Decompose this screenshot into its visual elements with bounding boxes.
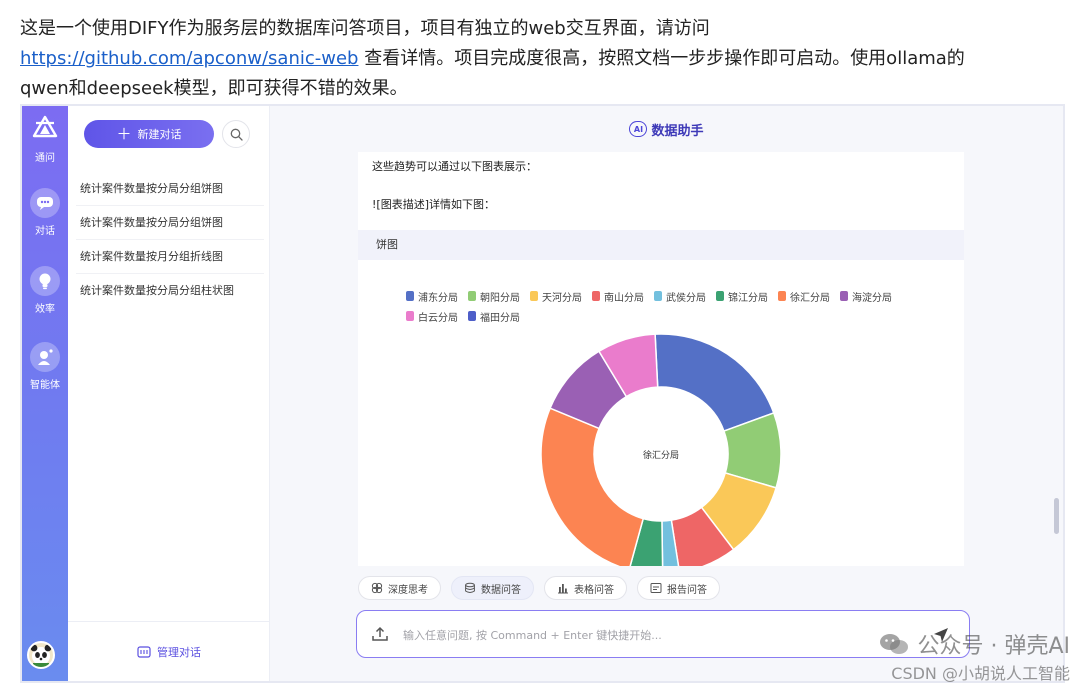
deep-think-icon <box>371 582 383 594</box>
user-avatar[interactable] <box>27 641 55 669</box>
donut-slice[interactable] <box>654 333 775 433</box>
chip-table-qa[interactable]: 表格问答 <box>544 576 627 600</box>
chip-label: 深度思考 <box>388 584 428 596</box>
watermark-line-2: CSDN @小胡说人工智能 <box>891 664 1070 683</box>
chip-deep-think[interactable]: 深度思考 <box>358 576 441 600</box>
history-item[interactable]: 统计案件数量按月分组折线图 <box>76 240 264 274</box>
history-list: 统计案件数量按分局分组饼图 统计案件数量按分局分组饼图 统计案件数量按月分组折线… <box>76 172 264 308</box>
watermark-line-1: 公众号 · 弹壳AI <box>917 634 1070 659</box>
chat-icon <box>30 188 60 218</box>
chip-data-qa[interactable]: 数据问答 <box>451 576 534 600</box>
chip-label: 报告问答 <box>667 584 707 596</box>
new-chat-button[interactable]: ＋ 新建对话 <box>84 120 214 148</box>
article-line-2: https://github.com/apconw/sanic-web 查看详情… <box>20 44 1070 74</box>
conversation-sidebar: ＋ 新建对话 统计案件数量按分局分组饼图 统计案件数量按分局分组饼图 统计案件数… <box>68 106 270 681</box>
manage-conversations-button[interactable]: 管理对话 <box>68 621 270 681</box>
app-screenshot: 通问 对话 效率 智能体 ＋ 新建对话 统计案件数量按分局分组饼图 统计案件数量… <box>20 104 1065 683</box>
main-panel: AI 数据助手 这些趋势可以通过以下图表展示： ![图表描述]详情如下图： 饼图… <box>270 106 1063 681</box>
rail-item-efficiency[interactable]: 效率 <box>22 266 68 315</box>
plus-icon: ＋ <box>116 125 132 143</box>
article-text: 这是一个使用DIFY作为服务层的数据库问答项目，项目有独立的web交互界面，请访… <box>20 14 1070 104</box>
chat-input-box <box>356 610 970 658</box>
rail-item-chat[interactable]: 对话 <box>22 188 68 237</box>
chip-label: 表格问答 <box>574 584 614 596</box>
wechat-icon <box>880 634 909 654</box>
history-item[interactable]: 统计案件数量按分局分组柱状图 <box>76 274 264 308</box>
history-item[interactable]: 统计案件数量按分局分组饼图 <box>76 206 264 240</box>
agent-icon <box>30 342 60 372</box>
scrollbar-thumb[interactable] <box>1054 498 1059 534</box>
article-line-3: qwen和deepseek模型，即可获得不错的效果。 <box>20 78 408 99</box>
manage-conversations-label: 管理对话 <box>157 645 201 659</box>
rail-logo[interactable]: 通问 <box>22 114 68 164</box>
chip-report-qa[interactable]: 报告问答 <box>637 576 720 600</box>
table-chart-icon <box>558 584 568 594</box>
github-link[interactable]: https://github.com/apconw/sanic-web <box>20 48 358 69</box>
response-card: 这些趋势可以通过以下图表展示： ![图表描述]详情如下图： 饼图 浦东分局 朝阳分… <box>358 152 964 566</box>
donut-center-label: 徐汇分局 <box>643 449 679 461</box>
manage-icon <box>137 645 151 658</box>
search-button[interactable] <box>222 120 250 148</box>
rail-logo-label: 通问 <box>35 153 55 164</box>
chat-input[interactable] <box>403 623 903 647</box>
article-line-1: 这是一个使用DIFY作为服务层的数据库问答项目，项目有独立的web交互界面，请访… <box>20 18 710 39</box>
report-icon <box>650 583 662 593</box>
donut-chart: 徐汇分局 <box>540 333 782 566</box>
upload-icon[interactable] <box>371 625 389 643</box>
article-line-2-text: 查看详情。项目完成度很高，按照文档一步步操作即可启动。使用ollama的 <box>358 48 965 69</box>
ai-badge-icon: AI <box>629 121 648 137</box>
rail-item-label: 效率 <box>35 304 55 315</box>
logo-icon <box>32 115 58 138</box>
search-icon <box>230 128 243 141</box>
icon-rail: 通问 对话 效率 智能体 <box>22 106 68 681</box>
rail-item-agent[interactable]: 智能体 <box>22 342 68 391</box>
chip-label: 数据问答 <box>481 584 521 596</box>
database-icon <box>465 582 475 593</box>
history-item[interactable]: 统计案件数量按分局分组饼图 <box>76 172 264 206</box>
donut-slice[interactable] <box>540 407 645 566</box>
panda-avatar-icon <box>30 644 52 667</box>
mode-chips: 深度思考 数据问答 表格问答 报告问答 <box>358 576 720 600</box>
new-chat-label: 新建对话 <box>137 129 182 141</box>
main-header: AI 数据助手 <box>270 106 1063 152</box>
rail-item-label: 智能体 <box>30 380 60 391</box>
page-title: 数据助手 <box>651 123 704 139</box>
watermark: 公众号 · 弹壳AI CSDN @小胡说人工智能 <box>879 628 1070 684</box>
lightbulb-icon <box>30 266 60 296</box>
rail-item-label: 对话 <box>35 226 55 237</box>
